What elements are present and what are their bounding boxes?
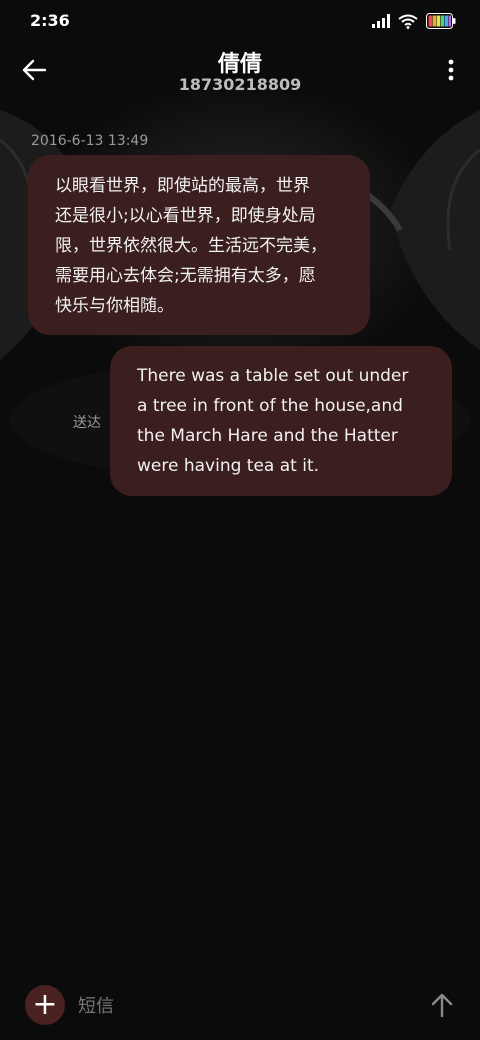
send-arrow-icon — [431, 993, 453, 1018]
message-line: There was a table set out under — [137, 366, 409, 386]
message-line: 还是很小;以心看世界，即使身处局 — [55, 206, 316, 226]
more-options-button[interactable] — [444, 56, 458, 84]
contact-name: 倩倩 — [217, 52, 262, 77]
message-line: were having tea at it. — [137, 456, 320, 476]
message-line: a tree in front of the house,and — [137, 396, 403, 416]
status-icons — [372, 12, 456, 30]
contact-number: 18730218809 — [178, 75, 302, 94]
status-bar: 2:36 — [0, 0, 480, 42]
conversation-header: 倩倩 18730218809 — [0, 42, 480, 102]
plus-icon: + — [32, 987, 58, 1022]
delivery-status: 送达 — [73, 415, 101, 431]
message-line: 以眼看世界，即使站的最高，世界 — [55, 176, 310, 196]
message-line: the March Hare and the Hatter — [137, 426, 398, 446]
message-timestamp: 2016-6-13 13:49 — [31, 133, 149, 149]
wifi-icon — [398, 14, 418, 29]
incoming-message-bubble[interactable]: 以眼看世界，即使站的最高，世界 还是很小;以心看世界，即使身处局 限，世界依然很… — [28, 155, 370, 335]
message-line: 需要用心去体会;无需拥有太多，愿 — [55, 266, 316, 286]
battery-icon — [426, 13, 456, 29]
message-input[interactable] — [76, 989, 400, 1023]
signal-icon — [372, 14, 390, 28]
status-time: 2:36 — [30, 11, 70, 30]
message-line: 快乐与你相随。 — [55, 296, 174, 316]
more-vertical-icon — [448, 59, 454, 81]
send-button[interactable] — [428, 991, 456, 1019]
message-composer: + — [0, 975, 480, 1040]
add-attachment-button[interactable]: + — [25, 985, 65, 1025]
outgoing-message-bubble[interactable]: There was a table set out under a tree i… — [110, 346, 452, 496]
message-line: 限，世界依然很大。生活远不完美， — [55, 236, 327, 256]
